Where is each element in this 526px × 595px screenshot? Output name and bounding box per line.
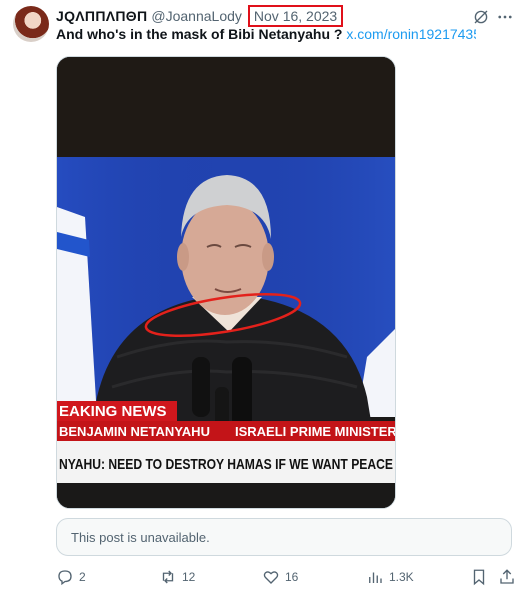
breaking-news-label: EAKING NEWS	[59, 403, 167, 420]
views-count: 1.3K	[389, 570, 414, 584]
bookmark-icon	[473, 569, 485, 586]
user-handle[interactable]: @JoannaLody	[151, 8, 242, 24]
post-link[interactable]: x.com/ronin19217435/…	[346, 26, 476, 42]
date-highlight-box: Nov 16, 2023	[247, 5, 344, 27]
post-text: And who's in the mask of Bibi Netanyahu …	[56, 26, 476, 42]
avatar[interactable]	[13, 6, 49, 42]
post-body: And who's in the mask of Bibi Netanyahu …	[56, 26, 347, 42]
share-icon	[500, 569, 514, 584]
repost-button[interactable]: 12	[159, 566, 195, 588]
action-bar: 2 12 16 1.3K	[56, 566, 516, 588]
grok-icon[interactable]	[472, 8, 490, 26]
unavailable-text: This post is unavailable.	[71, 530, 210, 545]
views-button[interactable]: 1.3K	[366, 566, 414, 588]
like-button[interactable]: 16	[262, 566, 298, 588]
repost-count: 12	[182, 570, 196, 584]
reply-icon	[58, 570, 72, 586]
post-date[interactable]: Nov 16, 2023	[254, 8, 337, 24]
reply-count: 2	[79, 570, 86, 584]
ticker-role: ISRAELI PRIME MINISTER	[235, 424, 396, 439]
reply-button[interactable]: 2	[56, 566, 86, 588]
share-button[interactable]	[498, 566, 521, 588]
views-icon	[369, 572, 382, 583]
like-icon	[263, 571, 279, 584]
repost-icon	[162, 570, 174, 584]
ticker-name: BENJAMIN NETANYAHU	[59, 424, 210, 439]
more-icon[interactable]	[496, 8, 514, 26]
display-name[interactable]: JQΛΠΠΛΠΘΠ	[56, 8, 147, 24]
bookmark-button[interactable]	[470, 566, 493, 588]
video-thumbnail[interactable]: EAKING NEWS BENJAMIN NETANYAHU ISRAELI P…	[56, 56, 396, 509]
tweet-header: JQΛΠΠΛΠΘΠ @JoannaLody Nov 16, 2023	[56, 5, 344, 27]
ticker-headline: NYAHU: NEED TO DESTROY HAMAS IF WE WANT …	[59, 456, 393, 473]
quoted-post-unavailable: This post is unavailable.	[56, 518, 512, 556]
like-count: 16	[285, 570, 299, 584]
